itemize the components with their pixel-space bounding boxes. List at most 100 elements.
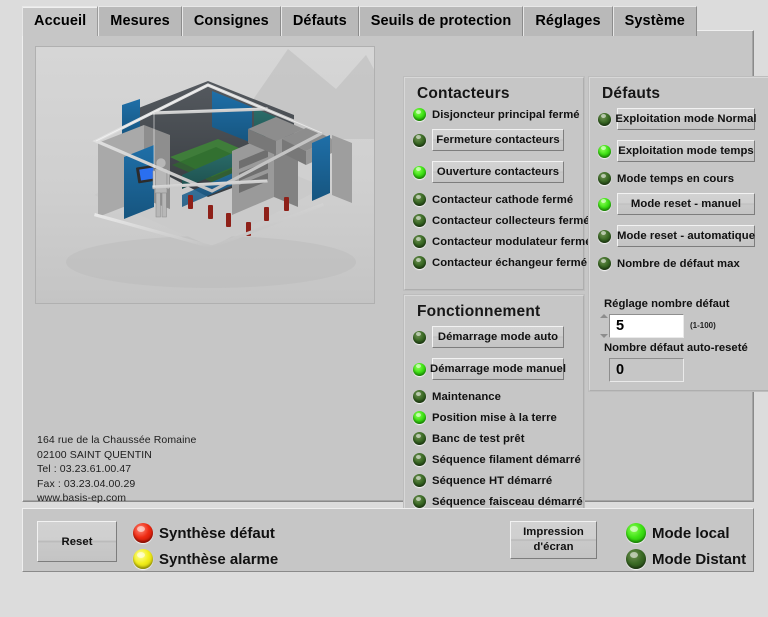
row-sequence-faisceau-demarre: Séquence faisceau démarré <box>413 495 583 508</box>
bottom-status-bar: Reset Synthèse défaut Synthèse alarme Im… <box>22 508 754 572</box>
led-contacteur-collecteurs-ferme <box>413 214 426 227</box>
row-contacteur-collecteurs-ferme: Contacteur collecteurs fermé <box>413 214 590 227</box>
address-city: 02100 SAINT QUENTIN <box>37 448 152 461</box>
mode-local-row: Mode local <box>626 523 730 543</box>
main-panel: 164 rue de la Chaussée Romaine 02100 SAI… <box>22 30 768 526</box>
row-maintenance: Maintenance <box>413 390 501 403</box>
led-sequence-ht-demarre <box>413 474 426 487</box>
address-street: 164 rue de la Chaussée Romaine <box>37 434 197 446</box>
button-ouverture-contacteurs[interactable]: Ouverture contacteurs <box>432 161 564 183</box>
row-fermeture-contacteurs: Fermeture contacteurs <box>413 129 564 151</box>
button-mode-reset-manuel[interactable]: Mode reset - manuel <box>617 193 755 215</box>
button-demarrage-mode-auto[interactable]: Démarrage mode auto <box>432 326 564 348</box>
label-contacteur-modulateur-ferme: Contacteur modulateur fermé <box>432 235 592 248</box>
synthese-defaut-label: Synthèse défaut <box>159 524 275 542</box>
button-exploitation-mode-temps[interactable]: Exploitation mode temps <box>617 140 755 162</box>
illustration-3d-render <box>35 46 375 304</box>
row-exploitation-mode-normal: Exploitation mode Normal <box>598 108 757 130</box>
reglage-nombre-defaut-input[interactable]: 5 <box>609 314 684 338</box>
impression-ecran-button[interactable]: Impression d'écran <box>510 521 597 559</box>
tab-mesures[interactable]: Mesures <box>98 6 182 36</box>
label-maintenance: Maintenance <box>432 390 501 403</box>
led-exploitation-mode-temps <box>598 144 611 158</box>
led-sequence-faisceau-demarre <box>413 495 426 508</box>
reset-button[interactable]: Reset <box>37 521 117 562</box>
led-exploitation-mode-normal <box>598 112 611 126</box>
row-contacteur-echangeur-ferme: Contacteur échangeur fermé <box>413 256 587 269</box>
row-disjoncteur-principal-ferme: Disjoncteur principal fermé <box>413 108 580 121</box>
tab-syst-me[interactable]: Système <box>612 6 697 36</box>
mode-distant-row: Mode Distant <box>626 549 746 569</box>
address-fax: Fax : 03.23.04.00.29 <box>37 477 136 490</box>
mode-distant-label: Mode Distant <box>652 550 747 568</box>
label-contacteur-collecteurs-ferme: Contacteur collecteurs fermé <box>432 214 590 227</box>
address-tel: Tel : 03.23.61.00.47 <box>37 463 132 476</box>
row-contacteur-cathode-ferme: Contacteur cathode fermé <box>413 193 573 206</box>
synthese-alarme-label: Synthèse alarme <box>159 550 279 568</box>
row-ouverture-contacteurs: Ouverture contacteurs <box>413 161 564 183</box>
led-contacteur-echangeur-ferme <box>413 256 426 269</box>
row-sequence-ht-demarre: Séquence HT démarré <box>413 474 552 487</box>
led-mode-reset-manuel <box>598 197 611 211</box>
mode-local-led <box>626 523 646 543</box>
synthese-defaut-row: Synthèse défaut <box>133 523 275 543</box>
row-mode-temps-en-cours: Mode temps en cours <box>598 172 734 185</box>
reglage-spinner[interactable] <box>600 314 609 338</box>
label-contacteur-echangeur-ferme: Contacteur échangeur fermé <box>432 256 588 269</box>
button-mode-reset-automatique[interactable]: Mode reset - automatique <box>617 225 755 247</box>
print-line-1: Impression <box>523 526 584 538</box>
synthese-alarme-row: Synthèse alarme <box>133 549 278 569</box>
reglage-range-hint: (1-100) <box>690 321 716 330</box>
led-banc-de-test-pret <box>413 432 426 445</box>
led-fermeture-contacteurs <box>413 133 426 147</box>
led-contacteur-modulateur-ferme <box>413 235 426 248</box>
button-demarrage-mode-manuel[interactable]: Démarrage mode manuel <box>430 358 566 380</box>
render-svg <box>36 47 374 303</box>
row-position-mise-a-la-terre: Position mise à la terre <box>413 411 557 424</box>
led-nombre-de-defaut-max <box>598 257 611 270</box>
synthese-alarme-led <box>133 549 153 569</box>
mode-local-label: Mode local <box>652 524 730 542</box>
tab-d-fauts[interactable]: Défauts <box>280 6 359 36</box>
label-sequence-filament-demarre: Séquence filament démarré <box>432 453 581 466</box>
led-position-mise-a-la-terre <box>413 411 426 424</box>
led-mode-reset-automatique <box>598 229 611 243</box>
led-demarrage-mode-auto <box>413 330 426 344</box>
label-position-mise-a-la-terre: Position mise à la terre <box>432 411 557 424</box>
address-website: www.basis-ep.com <box>37 492 127 505</box>
group-title-defauts: Défauts <box>602 85 661 102</box>
nombre-defaut-auto-reset-value: 0 <box>609 358 684 382</box>
row-banc-de-test-pret: Banc de test prêt <box>413 432 525 445</box>
spinner-up-icon[interactable] <box>600 314 608 318</box>
led-disjoncteur-principal-ferme <box>413 108 426 121</box>
tab-r-glages[interactable]: Réglages <box>523 6 613 36</box>
row-mode-reset-manuel: Mode reset - manuel <box>598 193 755 215</box>
tab-bar: Accueil Mesures Consignes Défauts Seuils de … <box>22 6 697 36</box>
led-demarrage-mode-manuel <box>413 362 426 376</box>
led-mode-temps-en-cours <box>598 172 611 185</box>
led-sequence-filament-demarre <box>413 453 426 466</box>
group-contacteurs: Contacteurs Disjoncteur principal fermé F… <box>404 77 591 290</box>
tab-accueil[interactable]: Accueil <box>22 6 99 36</box>
button-fermeture-contacteurs[interactable]: Fermeture contacteurs <box>432 129 564 151</box>
group-fonctionnement: Fonctionnement Démarrage mode auto Démarr… <box>404 295 584 526</box>
row-exploitation-mode-temps: Exploitation mode temps <box>598 140 755 162</box>
row-mode-reset-automatique: Mode reset - automatique <box>598 225 755 247</box>
label-disjoncteur-principal-ferme: Disjoncteur principal fermé <box>432 108 580 121</box>
tab-consignes[interactable]: Consignes <box>181 6 281 36</box>
label-contacteur-cathode-ferme: Contacteur cathode fermé <box>432 193 574 206</box>
group-title-fonctionnement: Fonctionnement <box>417 303 541 320</box>
group-title-contacteurs: Contacteurs <box>417 85 510 102</box>
row-sequence-filament-demarre: Séquence filament démarré <box>413 453 581 466</box>
main-panel-inner: 164 rue de la Chaussée Romaine 02100 SAI… <box>23 31 768 526</box>
group-defauts: Défauts Exploitation mode Normal Exploita… <box>589 77 768 391</box>
company-address: 164 rue de la Chaussée Romaine 02100 SAI… <box>37 433 196 506</box>
synthese-defaut-led <box>133 523 153 543</box>
label-mode-temps-en-cours: Mode temps en cours <box>617 172 735 185</box>
led-ouverture-contacteurs <box>413 165 426 179</box>
led-contacteur-cathode-ferme <box>413 193 426 206</box>
button-exploitation-mode-normal[interactable]: Exploitation mode Normal <box>615 108 757 130</box>
tab-seuils-de-protection[interactable]: Seuils de protection <box>358 6 524 36</box>
row-demarrage-mode-auto: Démarrage mode auto <box>413 326 564 348</box>
spinner-down-icon[interactable] <box>600 334 608 338</box>
